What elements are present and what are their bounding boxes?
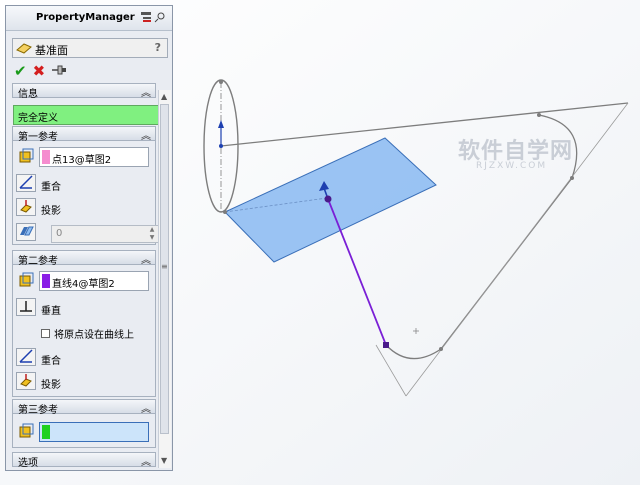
perpendicular-icon [20, 301, 32, 312]
project-icon [20, 374, 32, 387]
first-reference-value: 点13@草图2 [52, 155, 112, 166]
offset-distance-icon [20, 226, 34, 236]
collapse-chevron-icon[interactable]: ︽ [141, 127, 151, 142]
pin-icon[interactable] [154, 11, 166, 23]
second-reference-header[interactable]: 第二参考 ︽ [12, 250, 156, 267]
coincident-button[interactable] [16, 174, 36, 192]
project-label: 投影 [41, 380, 61, 391]
options-section-header[interactable]: 选项 ︽ [12, 452, 156, 469]
offset-distance-input[interactable]: 0 ▲ ▼ [51, 225, 159, 243]
panel-scrollbar[interactable]: ▲ ≡ ▼ [158, 90, 171, 468]
second-reference-value: 直线4@草图2 [52, 279, 115, 290]
collapse-chevron-icon[interactable]: ︽ [141, 400, 151, 415]
scroll-grip-icon: ≡ [161, 262, 168, 271]
project-button[interactable] [16, 198, 36, 216]
pushpin-icon[interactable] [51, 64, 67, 79]
help-button[interactable]: ? [155, 41, 161, 54]
third-reference-body [12, 414, 156, 448]
second-reference-field[interactable]: 直线4@草图2 [39, 271, 149, 291]
panel-header: PropertyManager [6, 6, 172, 31]
options-label: 选项 [18, 458, 38, 469]
status-text: 完全定义 [18, 113, 58, 124]
sketch-point[interactable] [439, 347, 443, 351]
first-reference-field[interactable]: 点13@草图2 [39, 147, 149, 167]
cancel-x-icon[interactable]: ✖ [33, 62, 46, 80]
sketch-point[interactable] [223, 210, 227, 214]
selected-point[interactable] [324, 195, 332, 203]
tree-icon[interactable] [140, 11, 152, 23]
coincident-label: 重合 [41, 182, 61, 193]
coincident-label: 重合 [41, 356, 61, 367]
selection-box-icon [17, 422, 35, 440]
perpendicular-button[interactable] [16, 298, 36, 316]
origin-on-curve-label: 将原点设在曲线上 [54, 330, 134, 341]
project-label: 投影 [41, 206, 61, 217]
plane-icon [16, 41, 32, 58]
info-header-label: 信息 [18, 89, 38, 100]
third-reference-header[interactable]: 第三参考 ︽ [12, 399, 156, 416]
scroll-up-arrow-icon[interactable]: ▲ [161, 92, 167, 101]
sketch-point[interactable] [219, 80, 223, 84]
third-reference-field[interactable] [39, 422, 149, 442]
first-reference-color-swatch [42, 150, 50, 164]
info-section-header[interactable]: 信息 ︽ [12, 83, 156, 100]
scroll-down-arrow-icon[interactable]: ▼ [161, 456, 167, 465]
second-reference-color-swatch [42, 274, 50, 288]
action-buttons: ✔ ✖ [14, 62, 67, 80]
spin-arrows[interactable]: ▲ ▼ [147, 226, 157, 242]
collapse-chevron-icon[interactable]: ︽ [141, 84, 151, 99]
offset-button[interactable] [16, 223, 36, 241]
panel-title: PropertyManager [36, 12, 135, 23]
origin-on-curve-checkbox[interactable] [41, 329, 50, 338]
third-reference-color-swatch [42, 425, 50, 439]
offset-distance-value: 0 [56, 228, 63, 239]
watermark-url: RJZXW.COM [476, 161, 548, 171]
project-button[interactable] [16, 372, 36, 390]
property-manager-panel: PropertyManager 基准面 ? ✔ ✖ 信息 ︽ 完全定义 第一参考… [5, 5, 173, 471]
coincident-button[interactable] [16, 348, 36, 366]
project-icon [20, 200, 32, 213]
feature-name: 基准面 [35, 44, 68, 57]
selection-box-icon [17, 271, 35, 289]
first-reference-body: 点13@草图2 重合 投影 0 ▲ ▼ [12, 141, 159, 245]
ellipse-center[interactable] [219, 144, 223, 148]
first-reference-header[interactable]: 第一参考 ︽ [12, 126, 156, 143]
ok-check-icon[interactable]: ✔ [14, 62, 27, 80]
sketch-point[interactable] [570, 176, 574, 180]
collapse-chevron-icon[interactable]: ︽ [141, 251, 151, 266]
perpendicular-label: 垂直 [41, 306, 61, 317]
collapse-chevron-icon[interactable]: ︽ [141, 453, 151, 468]
selected-endpoint[interactable] [383, 342, 389, 348]
sketch-point[interactable] [537, 113, 541, 117]
status-badge: 完全定义 [13, 105, 159, 125]
selection-box-icon [17, 147, 35, 165]
coincident-icon [19, 175, 33, 189]
second-reference-body: 直线4@草图2 垂直 将原点设在曲线上 重合 投影 [12, 265, 156, 397]
coincident-icon [19, 349, 33, 363]
feature-title-bar: 基准面 ? [12, 38, 168, 58]
